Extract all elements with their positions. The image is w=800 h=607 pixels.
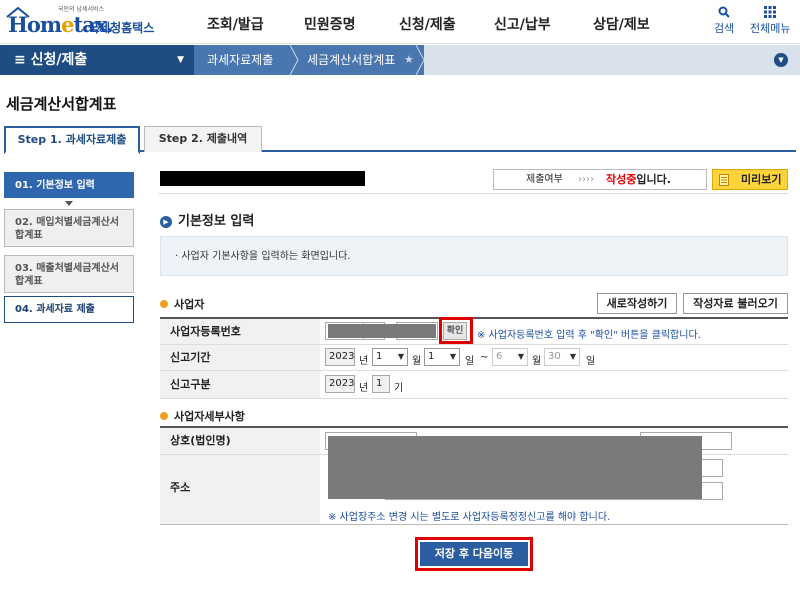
star-icon[interactable]: ★: [404, 45, 414, 75]
grid-menu-icon: [764, 6, 777, 18]
tab-step2[interactable]: Step 2. 제출내역: [144, 126, 262, 152]
search-icon: [718, 6, 730, 18]
hometax-logo[interactable]: 국민의 납세서비스 Hometax. 국세청홈택스: [6, 4, 156, 40]
all-menu-label: 전체메뉴: [750, 22, 791, 35]
search-button[interactable]: 검색: [714, 6, 734, 36]
menu-apply-submit[interactable]: 신청/제출: [399, 14, 456, 34]
save-next-button[interactable]: 저장 후 다음이동: [420, 542, 528, 566]
chevron-down-icon: ▼: [517, 352, 524, 361]
redacted-detail: [328, 436, 702, 499]
tab-step1[interactable]: Step 1. 과세자료제출: [4, 126, 140, 154]
period-unit: 기: [394, 383, 404, 394]
day-unit: 일: [465, 356, 475, 367]
menu-inquiry[interactable]: 조회/발급: [207, 14, 264, 34]
form-row-type: 신고구분 2023 년 1 기: [160, 371, 788, 399]
reg-no-note: ※ 사업자등록번호 입력 후 "확인" 버튼을 클릭합니다.: [477, 330, 701, 341]
section-menu-dropdown[interactable]: ≡ 신청/제출 ▼: [0, 45, 194, 75]
year-unit: 년: [359, 356, 369, 367]
bullet-dot-icon: [160, 300, 168, 308]
step-down-arrow-icon: [65, 201, 73, 206]
from-day-select[interactable]: 1 ▼: [424, 348, 460, 366]
divider: [158, 193, 788, 194]
status-value-wrap: 작성중입니다.: [606, 173, 671, 186]
to-month-select[interactable]: 6 ▼: [492, 348, 528, 366]
month-unit: 월: [412, 356, 422, 367]
period-label: 신고기간: [160, 345, 320, 370]
form-row-period: 신고기간 2023 년 1 ▼ 월 1 ▼ 일 ~ 6 ▼ 월 30 ▼ 일: [160, 345, 788, 371]
year-unit: 년: [359, 383, 369, 394]
day-unit: 일: [586, 356, 596, 367]
menu-consult[interactable]: 상담/제보: [593, 14, 650, 34]
chevron-down-icon: ▼: [569, 352, 576, 361]
step-submit[interactable]: 04. 과세자료 제출: [4, 296, 134, 323]
type-label: 신고구분: [160, 371, 320, 398]
info-box: · 사업자 기본사항을 입력하는 화면입니다.: [160, 236, 788, 276]
document-icon: [719, 174, 729, 186]
address-note: ※ 사업장주소 변경 시는 별도로 사업자등록정정신고를 해야 합니다.: [328, 512, 611, 523]
expand-down-icon[interactable]: ▼: [774, 53, 788, 67]
section-title: ▶ 기본정보 입력: [160, 210, 254, 229]
business-form-table: 사업자등록번호 확인 ※ 사업자등록번호 입력 후 "확인" 버튼을 클릭합니다…: [160, 317, 788, 399]
month-unit: 월: [532, 356, 542, 367]
business-title: 사업자: [160, 296, 204, 312]
bullet-dot-icon: [160, 412, 168, 420]
redacted-name: [160, 171, 365, 186]
step-purchase-invoice[interactable]: 02. 매입처별세금계산서합계표: [4, 209, 134, 247]
preview-button[interactable]: 미리보기: [712, 169, 788, 190]
form-row-reg-no: 사업자등록번호 확인 ※ 사업자등록번호 입력 후 "확인" 버튼을 클릭합니다…: [160, 317, 788, 345]
breadcrumb-item-invoice[interactable]: 세금계산서합계표: [307, 45, 395, 75]
type-period-input[interactable]: 1: [372, 375, 390, 393]
status-arrows: ››››: [578, 174, 594, 185]
page-title: 세금계산서합계표: [6, 95, 117, 113]
search-label: 검색: [714, 22, 735, 35]
chevron-right-icon: [416, 45, 425, 75]
chevron-right-icon: [289, 45, 299, 75]
from-month-select[interactable]: 1 ▼: [372, 348, 408, 366]
submission-status: 제출여부 ›››› 작성중입니다.: [493, 169, 707, 190]
tilde: ~: [480, 352, 489, 363]
circle-arrow-icon: ▶: [160, 216, 172, 228]
reg-no-label: 사업자등록번호: [160, 319, 320, 344]
breadcrumb-item-tax-data[interactable]: 과세자료제출: [207, 45, 273, 75]
highlight-confirm: [439, 317, 473, 344]
chevron-down-icon: ▼: [397, 352, 404, 361]
step-sales-invoice[interactable]: 03. 매출처별세금계산서합계표: [4, 255, 134, 293]
redacted-reg-no: [328, 324, 436, 338]
company-name-label: 상호(법인명): [160, 428, 320, 454]
step-basic-info[interactable]: 01. 기본정보 입력: [4, 172, 134, 198]
section-label: ≡ 신청/제출: [14, 52, 88, 68]
period-year-input[interactable]: 2023: [325, 348, 355, 366]
top-header: 국민의 납세서비스 Hometax. 국세청홈택스 조회/발급 민원증명 신청/…: [0, 0, 800, 44]
detail-form-table: 상호(법인명) 주소 ※ 사업장주소 변경 시는 별도로 사업자등록정정신고를 …: [160, 426, 788, 525]
location-bar: ≡ 신청/제출 ▼ 과세자료제출 세금계산서합계표 ★ ▼: [0, 45, 800, 75]
new-write-button[interactable]: 새로작성하기: [597, 293, 677, 314]
preview-label: 미리보기: [741, 173, 782, 186]
load-data-button[interactable]: 작성자료 불러오기: [683, 293, 788, 314]
menu-certificate[interactable]: 민원증명: [304, 14, 356, 34]
to-day-select[interactable]: 30 ▼: [544, 348, 580, 366]
all-menu-button[interactable]: 전체메뉴: [750, 6, 790, 36]
type-year-input[interactable]: 2023: [325, 375, 355, 393]
dropdown-triangle-icon: ▼: [177, 55, 184, 65]
logo-korean: 국세청홈택스: [88, 21, 155, 35]
status-label: 제출여부: [526, 174, 563, 185]
chevron-down-icon: ▼: [449, 352, 456, 361]
detail-title: 사업자세부사항: [160, 408, 245, 424]
address-label: 주소: [160, 455, 320, 524]
step-tabs: Step 1. 과세자료제출 Step 2. 제출내역: [4, 126, 796, 154]
menu-report-pay[interactable]: 신고/납부: [494, 14, 551, 34]
